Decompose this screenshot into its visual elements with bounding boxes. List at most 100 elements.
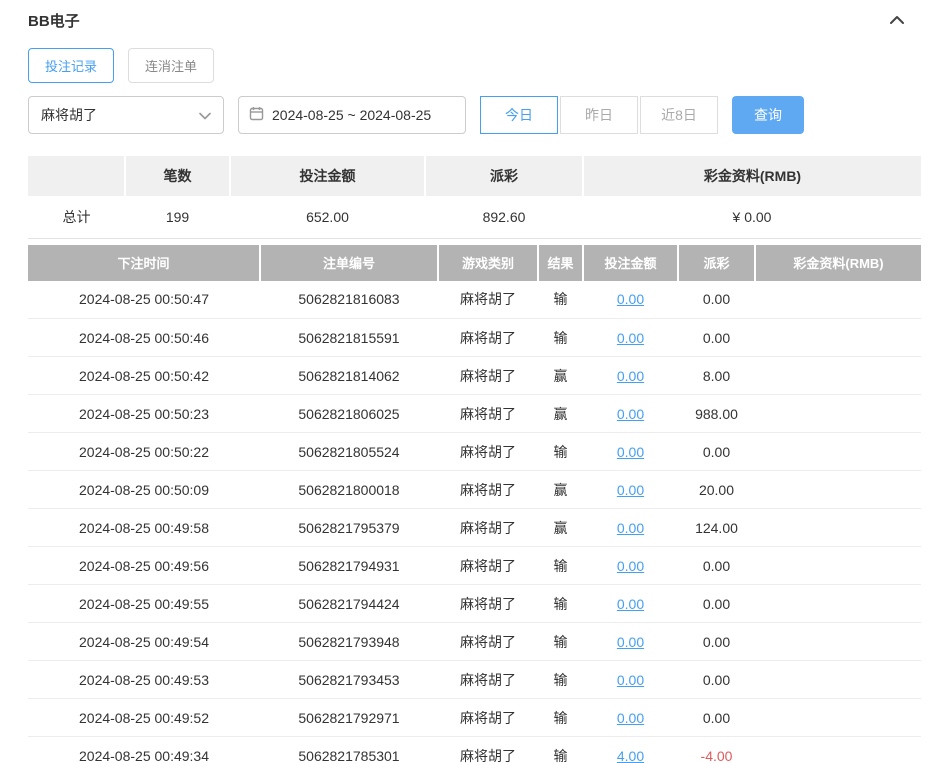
record-cell-time: 2024-08-25 00:50:47 [28, 281, 260, 319]
record-cell-game: 麻将胡了 [438, 281, 538, 319]
record-cell-payout: 0.00 [678, 319, 755, 357]
summary-total-cell: 652.00 [230, 196, 425, 238]
record-cell-bet: 4.00 [583, 737, 678, 763]
record-cell-order_id: 5062821805524 [260, 433, 438, 471]
record-cell-bet: 0.00 [583, 319, 678, 357]
record-cell-order_id: 5062821785301 [260, 737, 438, 763]
chevron-down-icon [199, 107, 211, 123]
record-cell-jackpot [755, 281, 921, 319]
bet-amount-link[interactable]: 0.00 [617, 634, 644, 650]
chevron-up-icon [889, 14, 905, 26]
bet-amount-link[interactable]: 4.00 [617, 748, 644, 763]
tab-cancelled-bets[interactable]: 连消注单 [128, 48, 214, 83]
search-button[interactable]: 查询 [732, 96, 804, 134]
record-cell-payout: 124.00 [678, 509, 755, 547]
record-cell-time: 2024-08-25 00:49:54 [28, 623, 260, 661]
record-cell-result: 输 [538, 585, 583, 623]
record-cell-bet: 0.00 [583, 547, 678, 585]
records-table: 下注时间注单编号游戏类别结果投注金额派彩彩金资料(RMB) 2024-08-25… [28, 245, 921, 763]
record-row: 2024-08-25 00:49:525062821792971麻将胡了输0.0… [28, 699, 921, 737]
record-cell-time: 2024-08-25 00:49:55 [28, 585, 260, 623]
summary-header-cell: 派彩 [425, 156, 583, 196]
bet-amount-link[interactable]: 0.00 [617, 558, 644, 574]
record-cell-bet: 0.00 [583, 509, 678, 547]
record-cell-game: 麻将胡了 [438, 319, 538, 357]
record-cell-order_id: 5062821794424 [260, 585, 438, 623]
game-select-value: 麻将胡了 [41, 105, 97, 125]
calendar-icon [249, 106, 264, 124]
record-cell-order_id: 5062821792971 [260, 699, 438, 737]
record-cell-game: 麻将胡了 [438, 699, 538, 737]
record-cell-time: 2024-08-25 00:49:53 [28, 661, 260, 699]
record-row: 2024-08-25 00:49:565062821794931麻将胡了输0.0… [28, 547, 921, 585]
quick-range-yesterday-button[interactable]: 昨日 [560, 96, 638, 134]
records-header-cell: 游戏类别 [438, 245, 538, 281]
game-select[interactable]: 麻将胡了 [28, 96, 224, 134]
record-cell-jackpot [755, 547, 921, 585]
record-cell-time: 2024-08-25 00:50:46 [28, 319, 260, 357]
record-row: 2024-08-25 00:50:235062821806025麻将胡了赢0.0… [28, 395, 921, 433]
record-cell-jackpot [755, 585, 921, 623]
record-cell-game: 麻将胡了 [438, 547, 538, 585]
summary-header-cell: 投注金额 [230, 156, 425, 196]
record-row: 2024-08-25 00:49:545062821793948麻将胡了输0.0… [28, 623, 921, 661]
record-cell-jackpot [755, 623, 921, 661]
record-cell-game: 麻将胡了 [438, 623, 538, 661]
record-cell-time: 2024-08-25 00:50:23 [28, 395, 260, 433]
tab-bet-records[interactable]: 投注记录 [28, 48, 114, 83]
summary-total-cell: 总计 [28, 196, 125, 238]
bet-amount-link[interactable]: 0.00 [617, 672, 644, 688]
record-row: 2024-08-25 00:49:555062821794424麻将胡了输0.0… [28, 585, 921, 623]
record-cell-order_id: 5062821815591 [260, 319, 438, 357]
record-cell-payout: 0.00 [678, 699, 755, 737]
bet-amount-link[interactable]: 0.00 [617, 368, 644, 384]
record-cell-jackpot [755, 471, 921, 509]
record-row: 2024-08-25 00:50:475062821816083麻将胡了输0.0… [28, 281, 921, 319]
bet-amount-link[interactable]: 0.00 [617, 520, 644, 536]
record-cell-game: 麻将胡了 [438, 471, 538, 509]
record-cell-bet: 0.00 [583, 357, 678, 395]
page-title: BB电子 [28, 10, 80, 31]
record-cell-game: 麻将胡了 [438, 433, 538, 471]
records-panel: BB电子 投注记录 连消注单 麻将胡了 2024-08-25 ~ 2024-08… [0, 0, 927, 763]
records-header-cell: 派彩 [678, 245, 755, 281]
bet-amount-link[interactable]: 0.00 [617, 406, 644, 422]
quick-range-last8days-button[interactable]: 近8日 [640, 96, 718, 134]
summary-header-cell [28, 156, 125, 196]
record-cell-time: 2024-08-25 00:49:58 [28, 509, 260, 547]
summary-total-cell: 199 [125, 196, 230, 238]
quick-range-today-button[interactable]: 今日 [480, 96, 558, 134]
bet-amount-link[interactable]: 0.00 [617, 710, 644, 726]
bet-amount-link[interactable]: 0.00 [617, 444, 644, 460]
collapse-panel-button[interactable] [887, 12, 907, 28]
record-cell-bet: 0.00 [583, 661, 678, 699]
record-cell-result: 输 [538, 281, 583, 319]
bet-amount-link[interactable]: 0.00 [617, 291, 644, 307]
record-row: 2024-08-25 00:50:465062821815591麻将胡了输 0.0… [28, 319, 921, 357]
record-cell-jackpot [755, 737, 921, 763]
record-cell-order_id: 5062821795379 [260, 509, 438, 547]
bet-amount-link[interactable]: 0.00 [617, 596, 644, 612]
record-cell-bet: 0.00 [583, 623, 678, 661]
record-cell-jackpot [755, 395, 921, 433]
record-cell-bet: 0.00 [583, 281, 678, 319]
bet-amount-link[interactable]: 0.00 [617, 330, 644, 346]
record-cell-game: 麻将胡了 [438, 509, 538, 547]
record-cell-result: 输 [538, 433, 583, 471]
record-row: 2024-08-25 00:50:095062821800018麻将胡了赢0.0… [28, 471, 921, 509]
record-cell-payout: 0.00 [678, 281, 755, 319]
record-cell-jackpot [755, 357, 921, 395]
record-cell-result: 输 [538, 319, 583, 357]
record-cell-result: 输 [538, 547, 583, 585]
record-cell-payout: 0.00 [678, 433, 755, 471]
bet-amount-link[interactable]: 0.00 [617, 482, 644, 498]
record-cell-payout: 8.00 [678, 357, 755, 395]
date-range-input[interactable]: 2024-08-25 ~ 2024-08-25 [238, 96, 466, 134]
record-cell-time: 2024-08-25 00:49:56 [28, 547, 260, 585]
record-cell-result: 赢 [538, 509, 583, 547]
record-cell-time: 2024-08-25 00:49:52 [28, 699, 260, 737]
summary-header-cell: 彩金资料(RMB) [583, 156, 921, 196]
records-body: 2024-08-25 00:50:475062821816083麻将胡了输0.0… [28, 281, 921, 763]
record-cell-order_id: 5062821814062 [260, 357, 438, 395]
record-cell-bet: 0.00 [583, 585, 678, 623]
